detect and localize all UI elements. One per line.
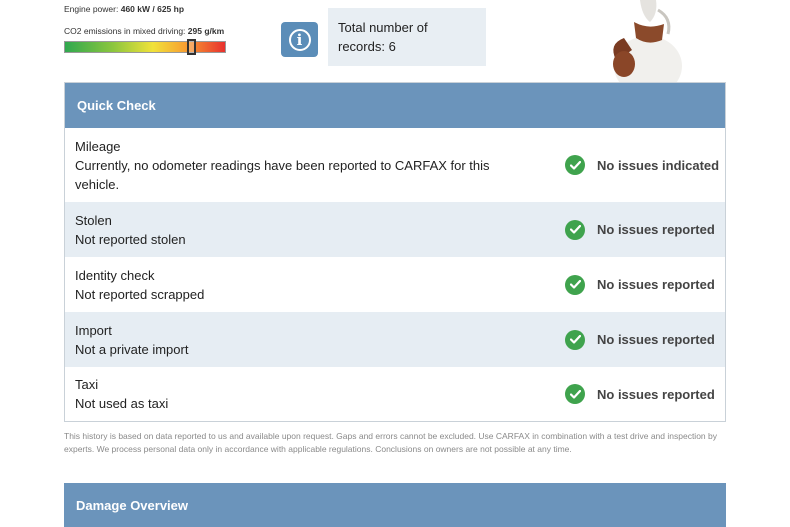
row-description: Not reported stolen bbox=[75, 231, 186, 247]
check-circle-icon bbox=[565, 329, 585, 350]
co2-emissions: CO2 emissions in mixed driving: 295 g/km bbox=[64, 25, 224, 37]
status-indicator: No issues reported bbox=[565, 219, 715, 240]
status-text: No issues reported bbox=[597, 222, 715, 237]
info-button[interactable]: i bbox=[281, 22, 318, 57]
quick-check-title: Quick Check bbox=[77, 98, 156, 113]
info-icon: i bbox=[288, 28, 311, 51]
records-count-box: Total number of records: 6 bbox=[328, 8, 486, 66]
co2-value: 295 g/km bbox=[187, 26, 225, 36]
damage-overview-header[interactable]: Damage Overview bbox=[64, 483, 726, 527]
status-text: No issues reported bbox=[597, 332, 715, 347]
co2-label: CO2 emissions in mixed driving: bbox=[64, 26, 186, 36]
status-text: No issues indicated bbox=[597, 157, 720, 173]
row-description: Not used as taxi bbox=[75, 396, 169, 411]
check-row-identity: Identity check Not reported scrapped No … bbox=[65, 257, 725, 312]
engine-power-value: 460 kW / 625 hp bbox=[120, 4, 185, 14]
damage-overview-title: Damage Overview bbox=[76, 497, 189, 513]
records-count-text: Total number of records: 6 bbox=[338, 20, 428, 54]
check-row-import: Import Not a private import No issues re… bbox=[65, 312, 725, 367]
engine-power-label: Engine power: bbox=[64, 4, 119, 14]
quick-check-header: Quick Check bbox=[65, 83, 725, 128]
status-indicator: No issues indicated bbox=[565, 155, 719, 175]
row-description: Not a private import bbox=[75, 341, 189, 357]
disclaimer-text: This history is based on data reported t… bbox=[64, 431, 717, 454]
engine-power: Engine power: 460 kW / 625 hp bbox=[64, 3, 184, 15]
status-indicator: No issues reported bbox=[565, 274, 715, 295]
check-circle-icon bbox=[565, 155, 585, 175]
status-text: No issues reported bbox=[597, 386, 715, 402]
status-text: No issues reported bbox=[597, 277, 715, 292]
check-row-stolen: Stolen Not reported stolen No issues rep… bbox=[65, 202, 725, 257]
row-description: Not reported scrapped bbox=[75, 286, 205, 302]
check-circle-icon bbox=[565, 384, 585, 404]
quick-check-panel: Quick Check Mileage Currently, no odomet… bbox=[64, 82, 726, 422]
check-circle-icon bbox=[565, 274, 585, 295]
co2-scale-bar bbox=[64, 39, 226, 55]
status-indicator: No issues reported bbox=[565, 329, 715, 350]
row-title: Mileage bbox=[75, 138, 121, 154]
status-indicator: No issues reported bbox=[565, 384, 715, 404]
fox-mascot bbox=[598, 0, 688, 82]
check-row-taxi: Taxi Not used as taxi No issues reported bbox=[65, 367, 725, 421]
check-circle-icon bbox=[565, 219, 585, 240]
co2-level-marker bbox=[187, 39, 197, 55]
row-description: Currently, no odometer readings have bee… bbox=[75, 157, 490, 192]
check-row-mileage: Mileage Currently, no odometer readings … bbox=[65, 128, 725, 202]
